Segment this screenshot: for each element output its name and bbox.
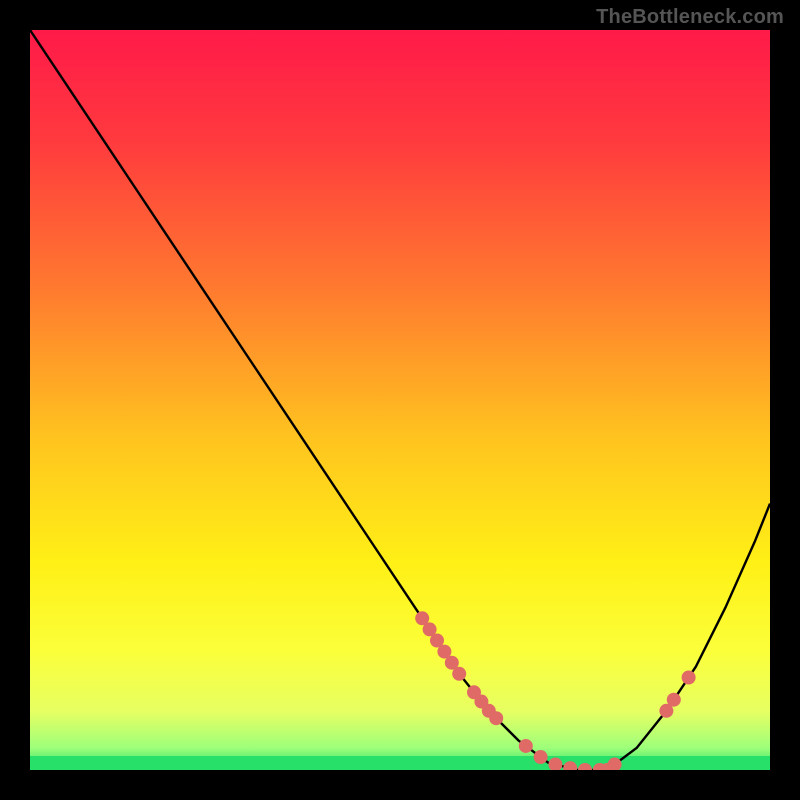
sample-point-marker [667,693,681,707]
sample-point-marker [548,757,562,770]
sample-point-marker [519,739,533,753]
sample-point-marker [489,711,503,725]
sample-point-marker [452,667,466,681]
watermark-text: TheBottleneck.com [596,6,784,29]
sample-point-marker [534,750,548,764]
curve-layer [30,30,770,770]
chart-frame: TheBottleneck.com [0,0,800,800]
plot-area [30,30,770,770]
sample-point-marker [563,761,577,770]
bottleneck-curve [30,30,770,770]
sample-point-marker [682,671,696,685]
sample-point-marker [578,763,592,770]
